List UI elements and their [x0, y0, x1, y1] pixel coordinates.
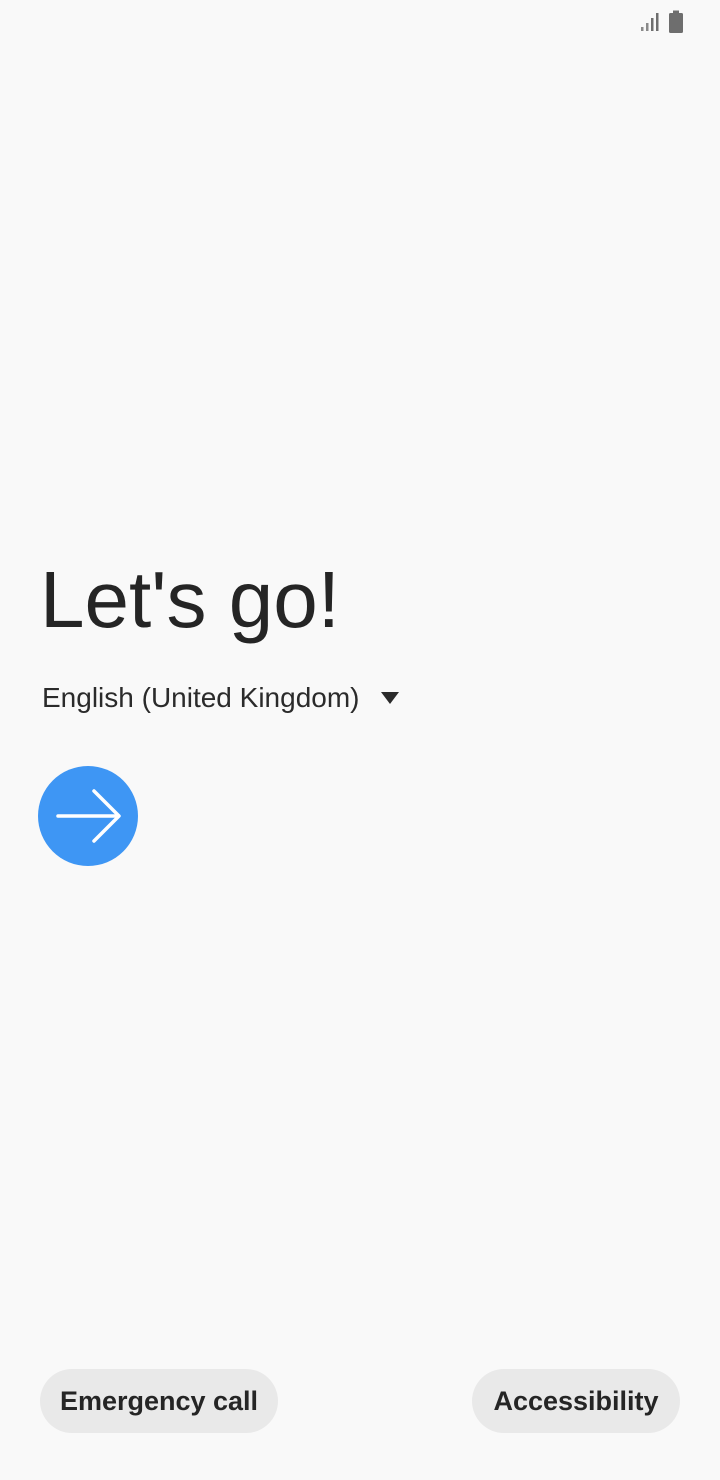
language-dropdown[interactable]: English (United Kingdom): [42, 676, 402, 720]
next-button[interactable]: [38, 766, 138, 866]
arrow-right-icon: [56, 789, 121, 843]
triangle-down-icon: [380, 692, 399, 704]
language-selected-value: English (United Kingdom): [42, 682, 360, 713]
accessibility-button[interactable]: Accessibility: [472, 1369, 680, 1433]
status-bar: [0, 0, 720, 44]
page-title: Let's go!: [40, 555, 340, 644]
signal-bars-icon: [641, 13, 659, 31]
battery-icon: [669, 10, 683, 33]
emergency-call-button[interactable]: Emergency call: [40, 1369, 278, 1433]
